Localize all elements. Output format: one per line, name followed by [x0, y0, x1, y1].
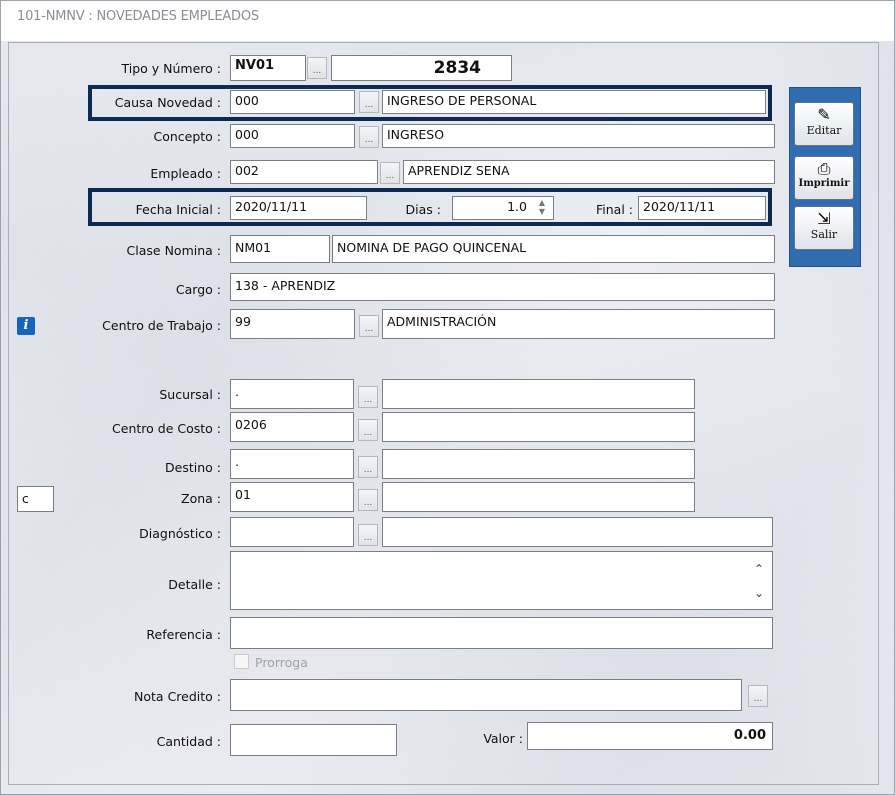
centro-costo-label: Centro de Costo : [112, 421, 221, 436]
empleado-code[interactable]: 002 [230, 160, 378, 184]
zona-lookup-button[interactable]: ... [358, 489, 378, 511]
causa-novedad-code[interactable]: 000 [230, 90, 355, 114]
diagnostico-label: Diagnóstico : [139, 526, 221, 541]
action-panel: ✎ Editar ⎙ Imprimir ⇲ Salir [789, 87, 861, 267]
imprimir-label: Imprimir [798, 178, 850, 189]
nota-credito-label: Nota Credito : [134, 689, 221, 704]
diagnostico-code[interactable] [230, 517, 354, 547]
centro-costo-code[interactable]: 0206 [230, 412, 354, 442]
sucursal-code[interactable]: . [230, 379, 354, 409]
dias-label: Dias : [405, 202, 441, 217]
causa-novedad-desc[interactable]: INGRESO DE PERSONAL [382, 90, 766, 114]
prorroga-label: Prorroga [255, 655, 308, 670]
window-title: 101-NMNV : NOVEDADES EMPLEADOS [17, 9, 259, 24]
fecha-inicial-label: Fecha Inicial : [135, 202, 221, 217]
concepto-lookup-button[interactable]: ... [359, 126, 379, 148]
clase-nomina-desc[interactable]: NOMINA DE PAGO QUINCENAL [332, 235, 775, 263]
cantidad-label: Cantidad : [156, 734, 221, 749]
cargo-field[interactable]: 138 - APRENDIZ [230, 273, 775, 301]
detalle-textarea[interactable] [230, 551, 773, 610]
referencia-label: Referencia : [146, 627, 221, 642]
referencia-field[interactable] [230, 617, 773, 649]
salir-label: Salir [810, 228, 838, 241]
causa-novedad-label: Causa Novedad : [114, 95, 221, 110]
centro-trabajo-label: Centro de Trabajo : [102, 318, 221, 333]
detalle-label: Detalle : [168, 577, 221, 592]
tipo-lookup-button[interactable]: ... [307, 57, 327, 79]
cargo-label: Cargo : [175, 282, 221, 297]
tipo-field[interactable]: NV01 [230, 55, 306, 81]
nota-credito-lookup-button[interactable]: ... [748, 685, 768, 707]
centro-trabajo-code[interactable]: 99 [230, 309, 355, 339]
editar-label: Editar [806, 124, 842, 137]
info-icon[interactable]: i [17, 317, 35, 335]
destino-label: Destino : [165, 460, 221, 475]
valor-label: Valor : [483, 731, 523, 746]
causa-novedad-lookup-button[interactable]: ... [359, 91, 379, 113]
imprimir-button[interactable]: ⎙ Imprimir [794, 156, 854, 200]
spinner-down-icon[interactable]: ▼ [534, 207, 550, 216]
clase-nomina-code[interactable]: NM01 [230, 235, 330, 263]
fecha-inicial-field[interactable]: 2020/11/11 [230, 196, 367, 220]
zona-code[interactable]: 01 [230, 482, 354, 512]
printer-icon: ⎙ [817, 159, 831, 178]
prorroga-checkbox[interactable] [234, 654, 249, 669]
destino-lookup-button[interactable]: ... [358, 456, 378, 478]
nota-credito-field[interactable] [230, 679, 742, 711]
exit-door-icon: ⇲ [817, 209, 831, 228]
editar-button[interactable]: ✎ Editar [794, 102, 854, 146]
concepto-code[interactable]: 000 [230, 124, 355, 148]
zona-label: Zona : [181, 491, 221, 506]
side-code-field[interactable]: c [17, 486, 54, 512]
novedades-window: 101-NMNV : NOVEDADES EMPLEADOS Tipo y Nú… [0, 0, 895, 795]
diagnostico-lookup-button[interactable]: ... [358, 524, 378, 546]
tipo-numero-label: Tipo y Número : [121, 61, 222, 76]
empleado-desc[interactable]: APRENDIZ SENA [403, 160, 775, 184]
centro-costo-lookup-button[interactable]: ... [358, 419, 378, 441]
scroll-down-icon[interactable]: ⌄ [751, 581, 767, 605]
centro-trabajo-lookup-button[interactable]: ... [359, 315, 379, 337]
detalle-scrollbar[interactable]: ⌃ ⌄ [751, 557, 767, 605]
zona-desc[interactable] [382, 482, 695, 512]
final-label: Final : [596, 202, 633, 217]
destino-code[interactable]: . [230, 449, 354, 479]
centro-trabajo-desc[interactable]: ADMINISTRACIÓN [382, 309, 775, 339]
sucursal-lookup-button[interactable]: ... [358, 386, 378, 408]
concepto-label: Concepto : [153, 129, 221, 144]
numero-field[interactable]: 2834 [331, 55, 512, 81]
clase-nomina-label: Clase Nomina : [126, 243, 221, 258]
diagnostico-desc[interactable] [382, 517, 773, 547]
valor-field[interactable]: 0.00 [527, 722, 773, 750]
concepto-desc[interactable]: INGRESO [382, 124, 775, 148]
empleado-label: Empleado : [150, 166, 221, 181]
sucursal-desc[interactable] [382, 379, 695, 409]
final-field[interactable]: 2020/11/11 [638, 196, 766, 220]
empleado-lookup-button[interactable]: ... [380, 162, 400, 184]
spinner-up-icon[interactable]: ▲ [534, 198, 550, 207]
sucursal-label: Sucursal : [159, 387, 221, 402]
dias-spinner[interactable]: ▲ ▼ [534, 198, 550, 218]
destino-desc[interactable] [382, 449, 695, 479]
title-bar: 101-NMNV : NOVEDADES EMPLEADOS [1, 1, 894, 41]
edit-icon: ✎ [817, 105, 831, 124]
salir-button[interactable]: ⇲ Salir [794, 206, 854, 250]
centro-costo-desc[interactable] [382, 412, 695, 442]
scroll-up-icon[interactable]: ⌃ [751, 557, 767, 581]
cantidad-field[interactable] [230, 724, 397, 756]
